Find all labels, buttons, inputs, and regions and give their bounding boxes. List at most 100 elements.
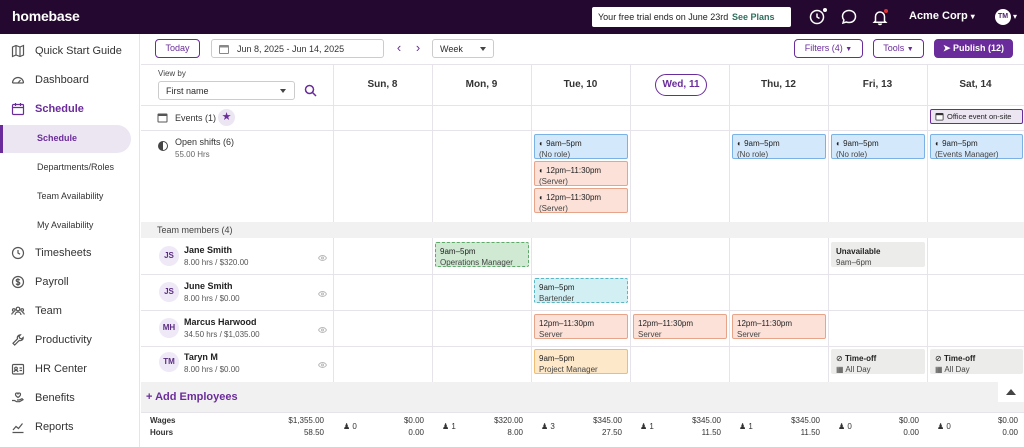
shift-count: 0: [946, 422, 951, 431]
day-header-mon[interactable]: Mon, 9: [432, 65, 531, 105]
previous-week-button[interactable]: ‹: [392, 40, 406, 56]
shift-role: (Server): [539, 177, 568, 186]
sidebar-item-hr-center[interactable]: HR Center: [0, 358, 140, 382]
sidebar-subitem-departments-roles[interactable]: Departments/Roles: [0, 154, 131, 182]
shift-time: 9am–5pm: [942, 139, 978, 148]
employee-name[interactable]: Jane Smith: [184, 245, 232, 255]
next-week-button[interactable]: ›: [411, 40, 425, 56]
time-off-card[interactable]: ⊘ Time-off ▦ All Day: [831, 349, 925, 374]
view-by-value: First name: [166, 86, 209, 96]
chevron-down-icon[interactable]: ▾: [1013, 12, 1017, 21]
add-employees-band: [141, 382, 1024, 412]
calendar-icon: [11, 102, 25, 116]
calendar-icon: [157, 112, 168, 123]
half-circle-icon: ◐: [539, 193, 544, 202]
day-header-tue[interactable]: Tue, 10: [531, 65, 630, 105]
employee-name[interactable]: Taryn M: [184, 352, 218, 362]
eye-icon[interactable]: [317, 289, 328, 298]
publish-button[interactable]: ➤ Publish (12): [934, 39, 1013, 58]
shift-card[interactable]: 9am–5pm Operations Manager: [435, 242, 529, 267]
unavailable-time: 9am–6pm: [836, 258, 872, 267]
collapse-footer-button[interactable]: [998, 380, 1024, 402]
open-shift-card[interactable]: ◐ 9am–5pm (Events Manager): [930, 134, 1023, 159]
avatar[interactable]: TM: [159, 352, 179, 372]
day-wages: $345.00: [692, 416, 721, 425]
view-mode-select[interactable]: Week: [432, 39, 494, 58]
shift-card[interactable]: 9am–5pm Bartender: [534, 278, 628, 303]
sidebar-item-team[interactable]: Team: [0, 300, 140, 324]
sidebar-item-quick-start-guide[interactable]: Quick Start Guide: [0, 40, 140, 64]
sidebar-subitem-label: Departments/Roles: [37, 162, 115, 172]
day-header-thu[interactable]: Thu, 12: [729, 65, 828, 105]
eye-icon[interactable]: [317, 325, 328, 334]
open-shift-card[interactable]: ◐ 9am–5pm (No role): [732, 134, 826, 159]
event-chip[interactable]: Office event on-site: [930, 109, 1023, 124]
clock-icon[interactable]: [808, 8, 827, 26]
day-hours: 0.00: [408, 428, 424, 437]
chevron-down-icon: ▼: [906, 46, 914, 53]
sidebar-item-timesheets[interactable]: Timesheets: [0, 242, 140, 266]
avatar[interactable]: JS: [159, 246, 179, 266]
employee-name[interactable]: Marcus Harwood: [184, 317, 257, 327]
chevron-down-icon: [280, 89, 286, 93]
bell-icon[interactable]: [871, 8, 889, 26]
sidebar-subitem-team-availability[interactable]: Team Availability: [0, 183, 131, 211]
day-wages: $320.00: [494, 416, 523, 425]
star-icon[interactable]: ★: [218, 109, 235, 126]
unavailable-card[interactable]: Unavailable 9am–6pm: [831, 242, 925, 267]
view-mode-value: Week: [440, 44, 463, 54]
view-by-select[interactable]: First name: [158, 81, 295, 100]
avatar[interactable]: MH: [159, 318, 179, 338]
user-avatar[interactable]: TM: [995, 9, 1011, 25]
sidebar-item-label: Productivity: [35, 334, 92, 346]
day-header-wed-today[interactable]: Wed, 11: [655, 74, 707, 96]
homebase-logo[interactable]: homebase: [12, 8, 80, 24]
open-shift-card[interactable]: ◐ 9am–5pm (No role): [534, 134, 628, 159]
day-header-sat[interactable]: Sat, 14: [927, 65, 1024, 105]
shift-time: 9am–5pm: [744, 139, 780, 148]
sidebar-item-dashboard[interactable]: Dashboard: [0, 69, 140, 93]
sidebar-item-reports[interactable]: Reports: [0, 416, 140, 440]
chat-icon[interactable]: [840, 8, 858, 26]
shift-count: 1: [748, 422, 753, 431]
time-off-card[interactable]: ⊘ Time-off ▦ All Day: [930, 349, 1023, 374]
divider: [141, 130, 1024, 131]
shift-card[interactable]: 9am–5pm Project Manager: [534, 349, 628, 374]
date-range-text: Jun 8, 2025 - Jun 14, 2025: [237, 44, 345, 54]
add-employees-button[interactable]: + Add Employees: [146, 391, 238, 403]
open-shift-card[interactable]: ◐ 9am–5pm (No role): [831, 134, 925, 159]
day-hours: 0.00: [903, 428, 919, 437]
chevron-down-icon: ▼: [845, 46, 853, 53]
day-header-sun[interactable]: Sun, 8: [333, 65, 432, 105]
date-range-picker[interactable]: Jun 8, 2025 - Jun 14, 2025: [211, 39, 384, 58]
eye-icon[interactable]: [317, 253, 328, 262]
filters-button[interactable]: Filters (4) ▼: [794, 39, 863, 58]
eye-icon[interactable]: [317, 360, 328, 369]
today-button[interactable]: Today: [155, 39, 200, 58]
divider: [141, 310, 1024, 311]
shift-role: (No role): [539, 150, 571, 159]
open-shift-card[interactable]: ◐ 12pm–11:30pm (Server): [534, 188, 628, 213]
sidebar-item-productivity[interactable]: Productivity: [0, 329, 140, 353]
sidebar-subitem-my-availability[interactable]: My Availability: [0, 212, 131, 240]
company-switcher[interactable]: Acme Corp ▾: [909, 10, 975, 22]
shift-card[interactable]: 12pm–11:30pm Server: [534, 314, 628, 339]
open-shift-card[interactable]: ◐ 12pm–11:30pm (Server): [534, 161, 628, 186]
sidebar-item-benefits[interactable]: Benefits: [0, 387, 140, 411]
avatar[interactable]: JS: [159, 282, 179, 302]
shift-card[interactable]: 12pm–11:30pm Server: [633, 314, 727, 339]
sidebar-item-label: Timesheets: [35, 247, 92, 259]
dollar-icon: [11, 275, 25, 289]
tools-button[interactable]: Tools ▼: [873, 39, 924, 58]
employee-hours-wages: 34.50 hrs / $1,035.00: [184, 330, 260, 339]
shift-card[interactable]: 12pm–11:30pm Server: [732, 314, 826, 339]
sidebar-subitem-schedule[interactable]: Schedule: [0, 125, 131, 153]
shift-role: Server: [737, 330, 761, 339]
see-plans-link[interactable]: See Plans: [732, 12, 775, 22]
sidebar-item-payroll[interactable]: Payroll: [0, 271, 140, 295]
sidebar-item-schedule[interactable]: Schedule: [0, 98, 140, 122]
employee-name[interactable]: June Smith: [184, 281, 233, 291]
event-label: Office event on-site: [947, 112, 1012, 121]
day-header-fri[interactable]: Fri, 13: [828, 65, 927, 105]
search-icon[interactable]: [304, 84, 317, 97]
